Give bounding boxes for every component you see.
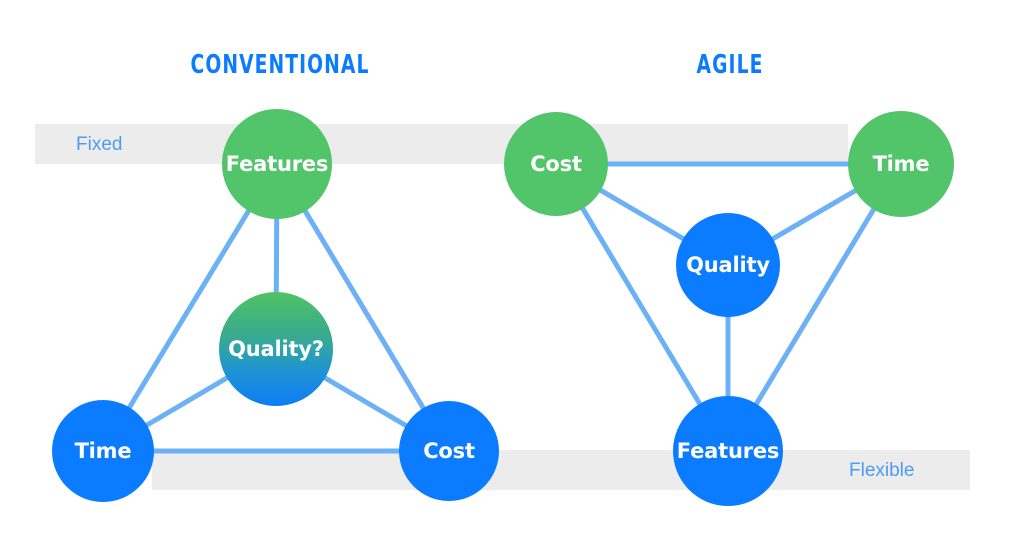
node-conventional-cost[interactable]: Cost [399, 401, 499, 501]
node-agile-quality[interactable]: Quality [676, 213, 780, 317]
node-label: Time [74, 439, 132, 463]
node-conventional-quality[interactable]: Quality? [219, 292, 333, 406]
node-label: Cost [423, 439, 475, 463]
edge-agile-cost-quality [594, 185, 690, 244]
diagram-canvas: Fixed Flexible CONVENTIONAL AGILE Featur… [0, 0, 1024, 547]
node-label: Cost [530, 152, 582, 176]
edge-agile-time-features [751, 202, 879, 411]
node-agile-cost[interactable]: Cost [504, 112, 608, 216]
node-label: Features [676, 439, 780, 463]
node-label: Features [225, 152, 329, 176]
node-agile-features[interactable]: Features [673, 396, 783, 506]
edge-layer [124, 161, 879, 454]
node-label: Time [872, 152, 930, 176]
node-conventional-features[interactable]: Features [222, 109, 332, 219]
edge-agile-time-quality [766, 185, 862, 244]
edge-conventional-quality-time [140, 372, 234, 431]
edge-agile-cost-features [577, 202, 705, 411]
node-label: Quality? [228, 337, 324, 361]
node-agile-time[interactable]: Time [848, 111, 954, 217]
node-label: Quality [686, 253, 770, 277]
node-conventional-time[interactable]: Time [52, 400, 154, 502]
edge-conventional-quality-cost [318, 372, 413, 431]
